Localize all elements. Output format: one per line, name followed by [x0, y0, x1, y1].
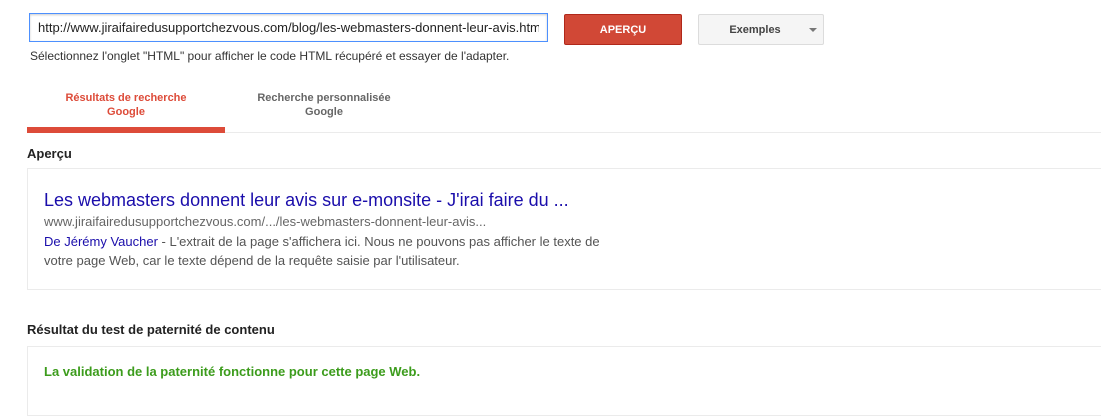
tab-google-search-results[interactable]: Résultats de recherche Google: [27, 88, 225, 133]
examples-dropdown-label: Exemples: [729, 23, 781, 36]
chevron-down-icon: [809, 28, 817, 32]
authorship-panel: La validation de la paternité fonctionne…: [27, 346, 1101, 416]
result-url: www.jiraifairedusupportchezvous.com/.../…: [44, 214, 487, 229]
authorship-validation-message: La validation de la paternité fonctionne…: [44, 364, 421, 379]
url-input[interactable]: [29, 13, 548, 42]
examples-dropdown[interactable]: Exemples: [698, 14, 824, 45]
tab-label-line1: Recherche personnalisée: [257, 92, 391, 104]
result-snippet: De Jérémy Vaucher - L'extrait de la page…: [44, 232, 604, 270]
authorship-heading: Résultat du test de paternité de contenu: [27, 322, 275, 337]
tab-custom-search[interactable]: Recherche personnalisée Google: [225, 88, 423, 132]
tab-label-line1: Résultats de recherche: [65, 92, 187, 104]
tab-label-line2: Google: [107, 106, 145, 118]
hint-text: Sélectionnez l'onglet "HTML" pour affich…: [30, 49, 510, 63]
tab-label-line2: Google: [305, 106, 343, 118]
preview-panel: Les webmasters donnent leur avis sur e-m…: [27, 168, 1101, 290]
author-link[interactable]: De Jérémy Vaucher: [44, 234, 158, 249]
tab-bar: Résultats de recherche Google Recherche …: [27, 88, 1101, 133]
preview-heading: Aperçu: [27, 146, 72, 161]
result-title-link[interactable]: Les webmasters donnent leur avis sur e-m…: [44, 190, 569, 211]
preview-button[interactable]: APERÇU: [564, 14, 682, 45]
active-tab-indicator: [27, 127, 225, 133]
